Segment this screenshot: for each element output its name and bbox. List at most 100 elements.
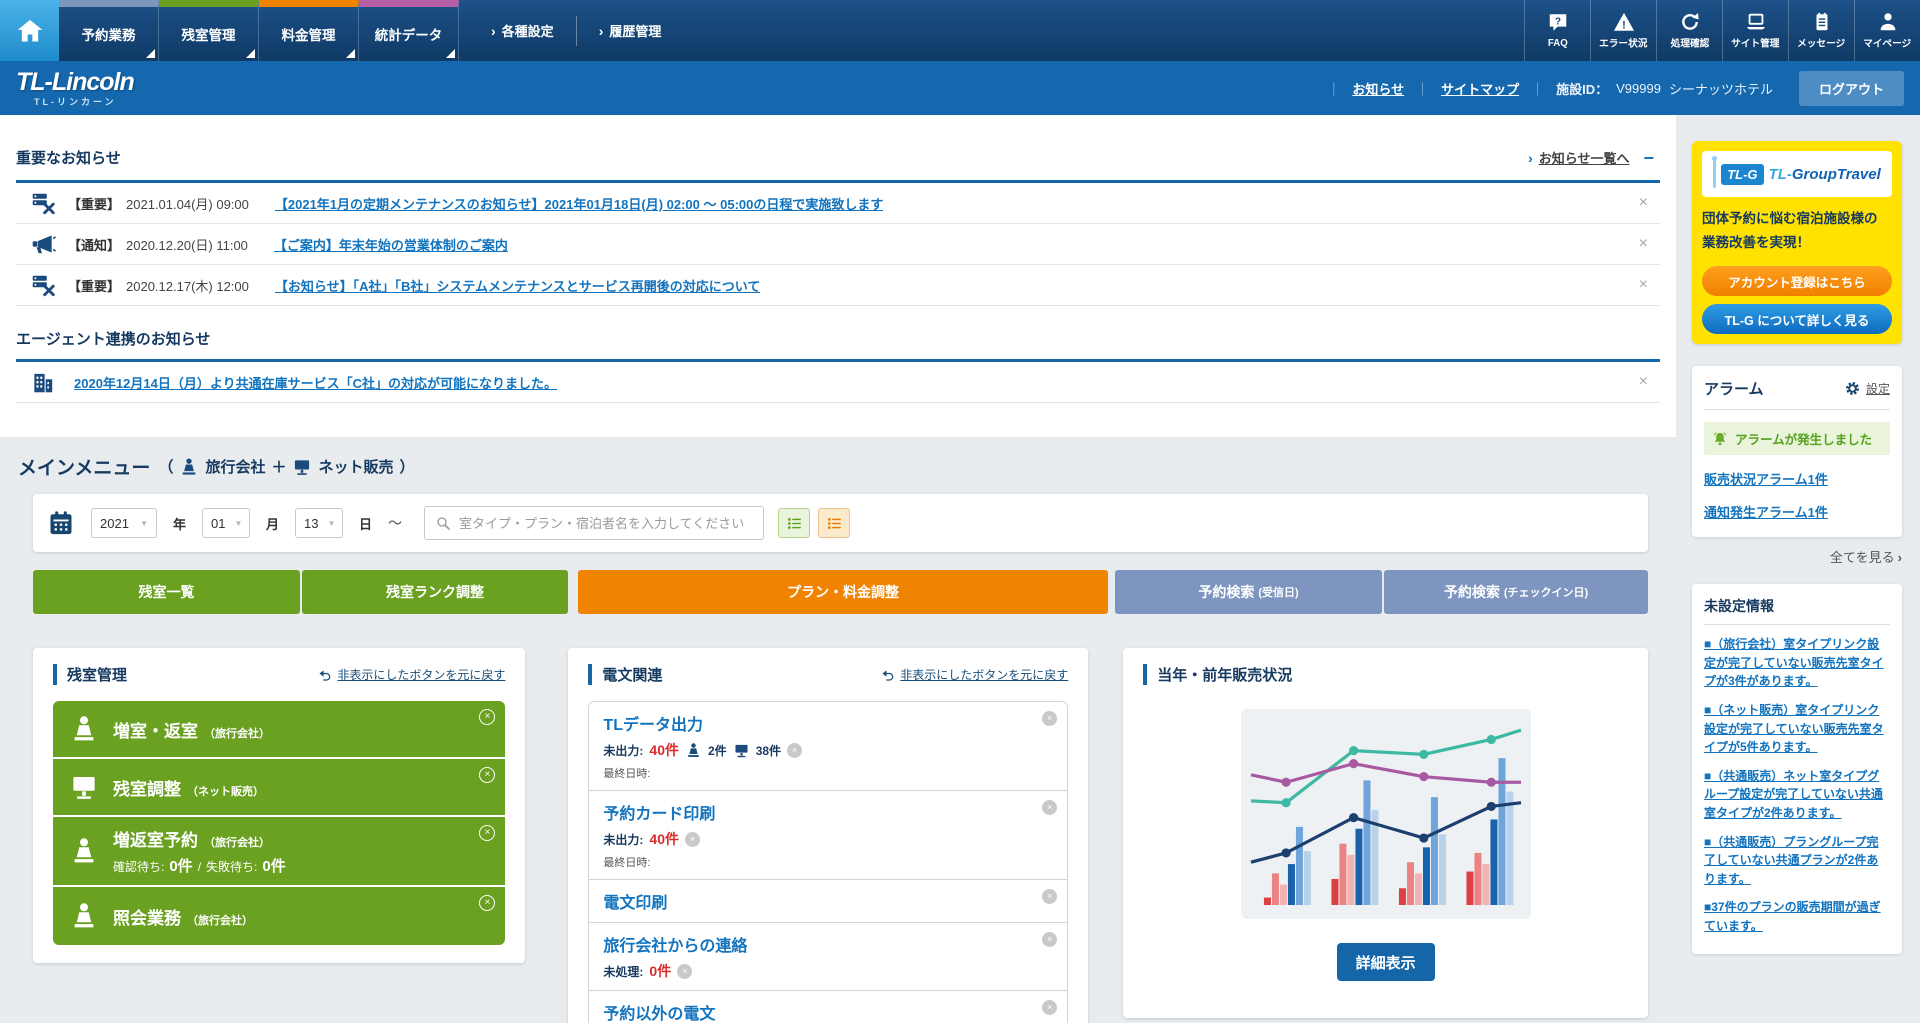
card-status-row: 未出力: 40件 2件 38件 ×: [603, 740, 1033, 760]
card-title-link[interactable]: TLデータ出力: [603, 711, 703, 735]
month-select[interactable]: 01 ▼: [202, 508, 250, 538]
room-button-sublabel: （ネット販売）: [187, 783, 264, 799]
ad-copy-line2: 業務改善を実現！: [1702, 231, 1892, 255]
restore-hidden-buttons-link[interactable]: 非表示にしたボタンを元に戻す: [881, 666, 1068, 683]
calendar-icon[interactable]: [47, 509, 75, 537]
util-faq[interactable]: FAQ: [1524, 0, 1590, 61]
see-all-link[interactable]: 全てを見る›: [1692, 547, 1902, 566]
card-close-icon[interactable]: ×: [1042, 1000, 1057, 1015]
facility-id-label: 施設ID：: [1556, 79, 1608, 98]
day-select[interactable]: 13 ▼: [295, 508, 343, 538]
reservation-search-received-button[interactable]: 予約検索 (受信日): [1115, 570, 1382, 614]
panel-title: 当年・前年販売状況: [1143, 664, 1292, 685]
close-icon[interactable]: ×: [479, 895, 495, 911]
person-icon: [1877, 11, 1899, 33]
chevron-right-icon: ›: [1528, 150, 1533, 166]
card-close-icon[interactable]: ×: [1042, 889, 1057, 904]
tab-room-inventory[interactable]: 残室管理: [159, 0, 259, 61]
facility-name: シーナッツホテル: [1669, 79, 1773, 98]
add-return-room-button[interactable]: 増室・返室 （旅行会社） ×: [53, 701, 505, 759]
home-button[interactable]: [0, 0, 59, 61]
restore-hidden-buttons-link[interactable]: 非表示にしたボタンを元に戻す: [318, 666, 505, 683]
dismiss-icon[interactable]: ×: [787, 743, 802, 758]
close-icon[interactable]: ×: [1639, 373, 1648, 391]
panels-row: 残室管理 非表示にしたボタンを元に戻す: [33, 648, 1648, 1023]
tab-rate-management[interactable]: 料金管理: [259, 0, 359, 61]
util-site-management[interactable]: サイト管理: [1722, 0, 1788, 61]
main-menu-subtitle: （ 旅行会社 ＋ ネット販売 ）: [158, 456, 414, 477]
tab-label: 残室管理: [182, 24, 236, 44]
card-title-link[interactable]: 予約以外の電文: [603, 1000, 715, 1023]
notice-list-link[interactable]: › お知らせ一覧へ: [1528, 148, 1629, 167]
inquiry-operations-button[interactable]: 照会業務 （旅行会社） ×: [53, 887, 505, 945]
collapse-minus-icon[interactable]: −: [1643, 149, 1654, 167]
see-all-label: 全てを見る: [1830, 550, 1895, 565]
account-register-button[interactable]: アカウント登録はこちら: [1702, 266, 1892, 296]
util-message[interactable]: メッセージ: [1788, 0, 1854, 61]
notice-link[interactable]: 【ご案内】年末年始の営業体制のご案内: [274, 235, 508, 254]
undo-icon: [318, 668, 332, 682]
notice-link[interactable]: 【お知らせ】「A社」「B社」システムメンテナンスとサービス再開後の対応について: [275, 276, 760, 295]
dismiss-icon[interactable]: ×: [677, 964, 692, 979]
chevron-down-icon: ▼: [234, 519, 242, 528]
header-notice-link[interactable]: お知らせ: [1352, 79, 1404, 98]
list-view-orange-toggle[interactable]: [818, 508, 850, 538]
unset-info-link[interactable]: ■（共通販売）ネット室タイプグループ設定が完了していない共通室タイプが2件ありま…: [1704, 767, 1890, 823]
main-menu-title: メインメニュー: [18, 453, 150, 480]
room-button-detail: 確認待ち: 0件 / 失敗待ち: 0件: [113, 855, 286, 876]
util-label: サイト管理: [1731, 36, 1779, 50]
year-select[interactable]: 2021 ▼: [91, 508, 157, 538]
util-process-check[interactable]: 処理確認: [1656, 0, 1722, 61]
close-icon[interactable]: ×: [479, 767, 495, 783]
tab-statistics[interactable]: 統計データ: [359, 0, 459, 61]
room-rank-adjust-button[interactable]: 残室ランク調整: [302, 570, 568, 614]
sales-status-alarm-link[interactable]: 販売状況アラーム1件: [1704, 469, 1890, 488]
restore-link-label: 非表示にしたボタンを元に戻す: [900, 666, 1068, 683]
warning-triangle-icon: [1613, 11, 1635, 33]
util-mypage[interactable]: マイページ: [1854, 0, 1920, 61]
unset-info-link[interactable]: ■（旅行会社）室タイプリンク設定が完了していない販売先室タイプが3件があります。: [1704, 635, 1890, 691]
room-adjust-button[interactable]: 残室調整 （ネット販売） ×: [53, 759, 505, 817]
card-title-link[interactable]: 予約カード印刷: [603, 800, 715, 824]
unset-info-link[interactable]: ■37件のプランの販売期間が過ぎています。: [1704, 898, 1890, 935]
card-close-icon[interactable]: ×: [1042, 800, 1057, 815]
alarm-settings-link[interactable]: 設定: [1844, 380, 1890, 397]
month-value: 01: [211, 516, 225, 531]
dismiss-icon[interactable]: ×: [685, 832, 700, 847]
nav-link-settings[interactable]: › 各種設定: [469, 16, 576, 46]
notice-datetime: 2020.12.17(木) 12:00: [126, 276, 249, 295]
logout-button[interactable]: ログアウト: [1799, 71, 1904, 106]
card-title-link[interactable]: 電文印刷: [603, 889, 667, 913]
notice-tag: 【重要】: [68, 194, 120, 213]
reservation-search-checkin-button[interactable]: 予約検索 (チェックイン日): [1384, 570, 1648, 614]
close-icon[interactable]: ×: [1639, 235, 1648, 253]
room-list-button[interactable]: 残室一覧: [33, 570, 300, 614]
about-tlg-button[interactable]: TL-G について詳しく見る: [1702, 304, 1892, 334]
card-title-link[interactable]: 旅行会社からの連絡: [603, 932, 747, 956]
close-icon[interactable]: ×: [1639, 276, 1648, 294]
card-close-icon[interactable]: ×: [1042, 932, 1057, 947]
unset-info-link[interactable]: ■（ネット販売）室タイプリンク設定が完了していない販売先室タイプが5件あります。: [1704, 701, 1890, 757]
close-icon[interactable]: ×: [479, 825, 495, 841]
card-close-icon[interactable]: ×: [1042, 711, 1057, 726]
close-icon[interactable]: ×: [1639, 194, 1648, 212]
notice-datetime: 2020.12.20(日) 11:00: [126, 235, 248, 254]
util-error-status[interactable]: エラー状況: [1590, 0, 1656, 61]
notice-link[interactable]: 【2021年1月の定期メンテナンスのお知らせ】2021年01月18日(月) 02…: [275, 194, 883, 213]
notification-alarm-link[interactable]: 通知発生アラーム1件: [1704, 502, 1890, 521]
chevron-right-icon: ›: [599, 23, 604, 39]
nav-link-history[interactable]: › 履歴管理: [576, 16, 684, 46]
plan-rate-adjust-button[interactable]: プラン・料金調整: [578, 570, 1108, 614]
notice-link[interactable]: 2020年12月14日（月）より共通在庫サービス「C社」の対応が可能になりました…: [74, 373, 557, 392]
tab-reservation[interactable]: 予約業務: [59, 0, 159, 61]
room-button-label: 残室調整: [113, 775, 181, 800]
day-unit-label: 日: [359, 514, 372, 533]
close-icon[interactable]: ×: [479, 709, 495, 725]
detail-view-button[interactable]: 詳細表示: [1337, 943, 1435, 981]
unset-info-panel: 未設定情報 ■（旅行会社）室タイプリンク設定が完了していない販売先室タイプが3件…: [1692, 584, 1902, 953]
unset-info-link[interactable]: ■（共通販売）プラングループ完了していない共通プランが2件あります。: [1704, 833, 1890, 889]
list-view-green-toggle[interactable]: [778, 508, 810, 538]
add-return-reservation-button[interactable]: 増返室予約 （旅行会社） 確認待ち: 0件 / 失敗待ち:: [53, 817, 505, 887]
search-input[interactable]: [459, 516, 753, 531]
header-sitemap-link[interactable]: サイトマップ: [1441, 79, 1519, 98]
